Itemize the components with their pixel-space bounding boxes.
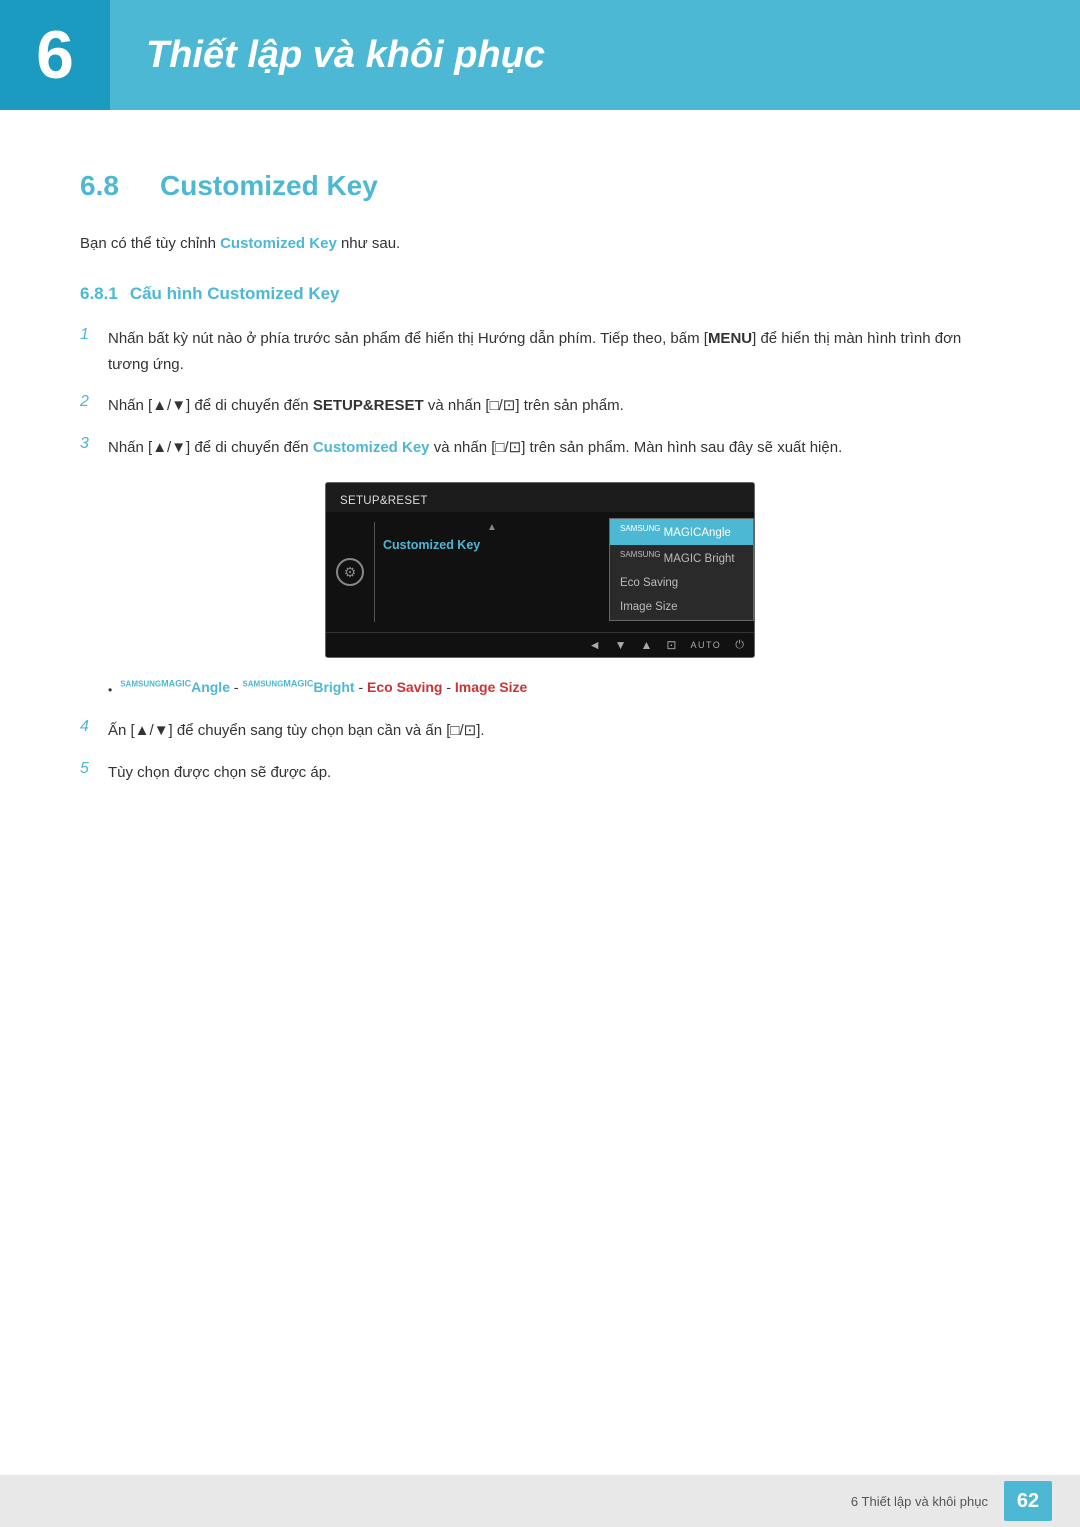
step-number-5: 5 (80, 760, 108, 778)
gear-icon: ⚙ (336, 558, 364, 586)
screen-top-label: SETUP&RESET (340, 495, 428, 507)
bullet-item-1: • SAMSUNGMAGICAngle - SAMSUNGMAGICBright… (108, 676, 1000, 700)
step-text-5: Tùy chọn được chọn sẽ được áp. (108, 760, 1000, 786)
nav-enter-btn: ⊡ (666, 638, 676, 652)
setup-reset-bold: SETUP&RESET (313, 397, 424, 414)
intro-paragraph: Bạn có thể tùy chỉnh Customized Key như … (80, 232, 1000, 256)
screen-footer: ◄ ▼ ▲ ⊡ AUTO ⏻ (326, 632, 754, 657)
footer-chapter-ref: 6 Thiết lập và khôi phục (851, 1494, 988, 1509)
step-number-1: 1 (80, 326, 108, 344)
subsection-heading: 6.8.1 Cấu hình Customized Key (80, 284, 1000, 304)
step-number-4: 4 (80, 718, 108, 736)
bullet-ecosaving: Eco Saving (367, 679, 442, 695)
steps-list: 1 Nhấn bất kỳ nút nào ở phía trước sản p… (80, 326, 1000, 460)
magic-label-2: MAGIC (664, 552, 702, 564)
left-panel: ⚙ (326, 518, 374, 626)
step-text-4: Ấn [▲/▼] để chuyển sang tùy chọn bạn cần… (108, 718, 1000, 744)
bullet-sep3: - (446, 679, 455, 695)
step-2: 2 Nhấn [▲/▼] để di chuyển đến SETUP&RESE… (80, 393, 1000, 419)
chapter-title: Thiết lập và khôi phục (110, 34, 545, 77)
submenu-item-bright: SAMSUNG MAGIC Bright (610, 545, 753, 571)
step-text-3: Nhấn [▲/▼] để di chuyển đến Customized K… (108, 435, 1000, 461)
power-btn: ⏻ (735, 639, 744, 652)
intro-bold-term: Customized Key (220, 235, 337, 252)
step-number-3: 3 (80, 435, 108, 453)
step-1: 1 Nhấn bất kỳ nút nào ở phía trước sản p… (80, 326, 1000, 377)
step-text-2: Nhấn [▲/▼] để di chuyển đến SETUP&RESET … (108, 393, 1000, 419)
magic-label: MAGIC (664, 526, 702, 538)
step-text-1: Nhấn bất kỳ nút nào ở phía trước sản phẩ… (108, 326, 1000, 377)
footer-page-number: 62 (1004, 1481, 1052, 1521)
monitor-screen: SETUP&RESET ⚙ ▲ Customized Key (326, 483, 754, 657)
section-number: 6.8 (80, 170, 140, 202)
customized-key-bold: Customized Key (313, 439, 430, 456)
intro-text-after: như sau. (337, 235, 400, 252)
chapter-header: 6 Thiết lập và khôi phục (0, 0, 1080, 110)
subsection-title: Cấu hình Customized Key (130, 284, 340, 304)
menu-bold: MENU (708, 330, 752, 347)
bullet-imagesize: Image Size (455, 679, 527, 695)
submenu-item-eco: Eco Saving (610, 571, 753, 595)
bullet-bright: SAMSUNGMAGICBright (242, 679, 354, 695)
submenu-item-angle: SAMSUNG MAGICAngle (610, 519, 753, 545)
auto-label: AUTO (690, 640, 721, 650)
bullet-dot: • (108, 680, 112, 700)
subsection-number: 6.8.1 (80, 284, 118, 304)
bullet-list: • SAMSUNGMAGICAngle - SAMSUNGMAGICBright… (108, 676, 1000, 700)
right-panel: SAMSUNG MAGICAngle SAMSUNG MAGIC Bright … (609, 518, 754, 626)
steps-list-4-5: 4 Ấn [▲/▼] để chuyển sang tùy chọn bạn c… (80, 718, 1000, 785)
step-4: 4 Ấn [▲/▼] để chuyển sang tùy chọn bạn c… (80, 718, 1000, 744)
main-content: 6.8 Customized Key Bạn có thể tùy chỉnh … (0, 110, 1080, 901)
brand-samsung-2: SAMSUNG (620, 550, 660, 559)
center-panel: ▲ Customized Key (375, 518, 609, 626)
nav-up-btn: ▲ (641, 638, 653, 652)
menu-item-customized-key: Customized Key (383, 535, 601, 555)
bullet-text: SAMSUNGMAGICAngle - SAMSUNGMAGICBright -… (120, 676, 527, 700)
submenu-box: SAMSUNG MAGICAngle SAMSUNG MAGIC Bright … (609, 518, 754, 621)
up-arrow-icon: ▲ (383, 522, 601, 533)
step-3: 3 Nhấn [▲/▼] để di chuyển đến Customized… (80, 435, 1000, 461)
submenu-item-imagesize: Image Size (610, 595, 753, 619)
nav-left-btn: ◄ (589, 638, 601, 652)
step-5: 5 Tùy chọn được chọn sẽ được áp. (80, 760, 1000, 786)
screen-top-bar: SETUP&RESET (326, 483, 754, 512)
section-heading: 6.8 Customized Key (80, 170, 1000, 202)
monitor-frame: SETUP&RESET ⚙ ▲ Customized Key (325, 482, 755, 658)
intro-text-before: Bạn có thể tùy chỉnh (80, 235, 220, 252)
bullet-sep2: - (358, 679, 367, 695)
brand-samsung: SAMSUNG (620, 524, 660, 533)
step-number-2: 2 (80, 393, 108, 411)
page-footer: 6 Thiết lập và khôi phục 62 (0, 1475, 1080, 1527)
section-title: Customized Key (160, 170, 378, 202)
screen-body: ⚙ ▲ Customized Key SAMSUNG (326, 512, 754, 632)
bullet-angle: SAMSUNGMAGICAngle (120, 679, 230, 695)
monitor-screenshot: SETUP&RESET ⚙ ▲ Customized Key (80, 482, 1000, 658)
nav-down-btn: ▼ (615, 638, 627, 652)
chapter-number: 6 (0, 0, 110, 110)
